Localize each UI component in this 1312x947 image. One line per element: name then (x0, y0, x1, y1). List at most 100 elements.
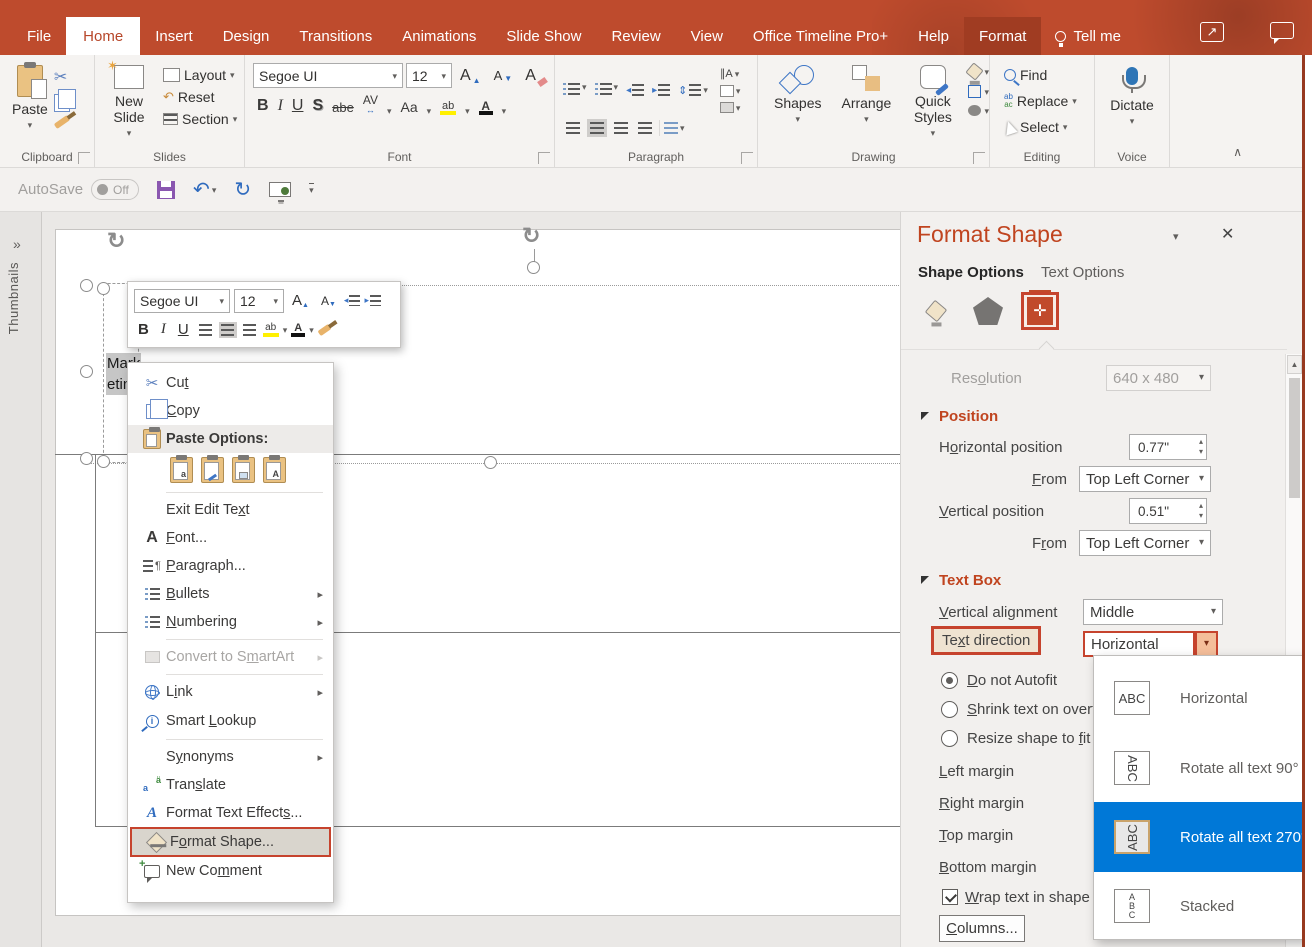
mini-format-painter-icon[interactable] (317, 323, 331, 335)
clear-formatting-button[interactable]: A (520, 65, 552, 87)
italic-button[interactable]: I (278, 97, 283, 115)
menu-item-font[interactable]: A Font... (128, 524, 333, 552)
menu-item-new-comment[interactable]: New Comment (128, 857, 333, 885)
collapse-triangle-icon[interactable] (921, 576, 929, 584)
menu-item-synonyms[interactable]: Synonyms ▸ (128, 743, 333, 771)
numbering-button[interactable]: ▾ (595, 83, 619, 97)
collapse-triangle-icon[interactable] (921, 412, 929, 420)
reset-button[interactable]: ↶Reset (159, 87, 241, 107)
convert-smartart-button[interactable]: ▾ (720, 102, 741, 113)
tab-design[interactable]: Design (208, 17, 285, 55)
paste-button[interactable]: Paste ▾ (6, 61, 54, 133)
save-button[interactable] (157, 181, 175, 199)
decrease-indent-button[interactable]: ◂ (626, 84, 644, 96)
tab-transitions[interactable]: Transitions (284, 17, 387, 55)
mini-increase-indent-button[interactable]: ▸ (364, 295, 381, 306)
scroll-up-icon[interactable]: ▲ (1287, 355, 1302, 374)
tab-file[interactable]: File (12, 17, 66, 55)
tab-view[interactable]: View (676, 17, 738, 55)
menu-item-translate[interactable]: aä Translate (128, 771, 333, 799)
mini-align-left-button[interactable] (197, 322, 215, 338)
scrollbar-thumb[interactable] (1289, 378, 1300, 498)
font-name-combo[interactable]: Segoe UI▾ (253, 63, 403, 88)
copy-icon[interactable] (54, 94, 70, 112)
mini-bold-button[interactable]: B (134, 320, 153, 339)
paste-keep-text-only-icon[interactable]: A (263, 457, 286, 483)
share-icon[interactable]: ↗ (1200, 22, 1224, 42)
tell-me[interactable]: Tell me (1041, 17, 1135, 55)
text-shadow-button[interactable]: S (312, 97, 323, 115)
option-horizontal[interactable]: ABC Horizontal (1094, 662, 1307, 734)
shapes-button[interactable]: Shapes ▾ (768, 61, 827, 127)
tab-text-options[interactable]: Text Options (1041, 264, 1124, 281)
increase-font-size-button[interactable]: A▲ (455, 65, 486, 87)
columns-button[interactable]: ▾ (664, 122, 685, 135)
section-button[interactable]: Section▾ (159, 109, 241, 129)
rotate-handle-icon[interactable]: ↻ (522, 225, 540, 247)
resize-handle[interactable] (484, 456, 497, 469)
position-header[interactable]: Position (939, 408, 998, 425)
expand-thumbnails-icon[interactable]: » (13, 236, 21, 252)
justify-button[interactable] (635, 119, 655, 137)
do-not-autofit-radio[interactable] (941, 672, 958, 689)
shape-outline-button[interactable]: ▾ (968, 85, 989, 98)
tab-help[interactable]: Help (903, 17, 964, 55)
menu-item-cut[interactable]: ✂ Cut (128, 369, 333, 397)
menu-item-exit-edit-text[interactable]: Exit Edit Text (128, 496, 333, 524)
resize-handle[interactable] (97, 455, 110, 468)
resize-handle[interactable] (97, 282, 110, 295)
bullets-button[interactable]: ▾ (563, 83, 587, 97)
from-dropdown[interactable]: Top Left Corner▾ (1079, 466, 1211, 492)
close-panel-icon[interactable]: ✕ (1221, 224, 1234, 244)
underline-button[interactable]: U (292, 97, 304, 115)
quick-styles-button[interactable]: Quick Styles ▾ (905, 61, 960, 141)
font-dialog-launcher[interactable] (538, 152, 550, 164)
menu-item-paragraph[interactable]: ¶ Paragraph... (128, 552, 333, 580)
tab-format[interactable]: Format (964, 17, 1042, 55)
replace-button[interactable]: abacReplace▾ (1000, 91, 1094, 111)
bold-button[interactable]: B (257, 97, 269, 115)
resize-handle[interactable] (527, 261, 540, 274)
line-spacing-button[interactable]: ⇕▾ (678, 84, 708, 97)
tab-office-timeline[interactable]: Office Timeline Pro+ (738, 17, 903, 55)
drawing-dialog-launcher[interactable] (973, 152, 985, 164)
mini-increase-font-button[interactable]: A▲ (288, 291, 313, 310)
option-rotate-270[interactable]: ABC Rotate all text 270° (1094, 802, 1307, 872)
menu-item-numbering[interactable]: Numbering ▸ (128, 608, 333, 636)
fill-line-icon[interactable] (917, 292, 955, 330)
highlight-color-button[interactable]: ab (440, 101, 456, 115)
tab-slide-show[interactable]: Slide Show (491, 17, 596, 55)
paste-picture-icon[interactable] (232, 457, 255, 483)
comments-icon[interactable] (1270, 22, 1294, 39)
rotate-handle-icon[interactable]: ↻ (107, 230, 125, 252)
decrease-font-size-button[interactable]: A▼ (489, 66, 518, 85)
vertical-position-input[interactable]: 0.51"▴▾ (1129, 498, 1207, 524)
option-rotate-90[interactable]: ABC Rotate all text 90° (1094, 734, 1307, 802)
align-text-button[interactable]: ▾ (720, 85, 741, 97)
resize-handle[interactable] (80, 279, 93, 292)
clipboard-dialog-launcher[interactable] (78, 152, 90, 164)
autosave-switch[interactable]: Off (91, 179, 139, 200)
font-size-combo[interactable]: 12▾ (406, 63, 452, 88)
shape-effects-button[interactable]: ▾ (968, 105, 989, 116)
mini-decrease-indent-button[interactable]: ◂ (344, 295, 361, 306)
textbox-header[interactable]: Text Box (939, 572, 1001, 589)
menu-item-bullets[interactable]: Bullets ▸ (128, 580, 333, 608)
customize-qat-button[interactable]: ▾ (309, 183, 314, 196)
change-case-button[interactable]: Aa (400, 99, 417, 115)
paste-keep-source-formatting-icon[interactable]: a (170, 457, 193, 483)
mini-highlight-button[interactable]: ab (263, 323, 279, 337)
resize-handle[interactable] (80, 452, 93, 465)
mini-font-name-combo[interactable]: Segoe UI▾ (134, 289, 230, 313)
collapse-ribbon-button[interactable]: ∧ (1233, 145, 1242, 159)
tab-home[interactable]: Home (66, 17, 140, 55)
cut-icon[interactable]: ✂ (54, 67, 70, 87)
arrange-button[interactable]: Arrange ▾ (835, 61, 897, 127)
align-right-button[interactable] (611, 119, 631, 137)
columns-dialog-button[interactable]: Columns... (939, 915, 1025, 942)
text-direction-arrow-button[interactable]: ▾ (1195, 631, 1218, 657)
shrink-text-radio[interactable] (941, 701, 958, 718)
character-spacing-button[interactable]: AV↔ (363, 95, 378, 115)
new-slide-button[interactable]: ✶ New Slide ▾ (103, 61, 155, 141)
redo-button[interactable]: ↻ (234, 180, 251, 200)
